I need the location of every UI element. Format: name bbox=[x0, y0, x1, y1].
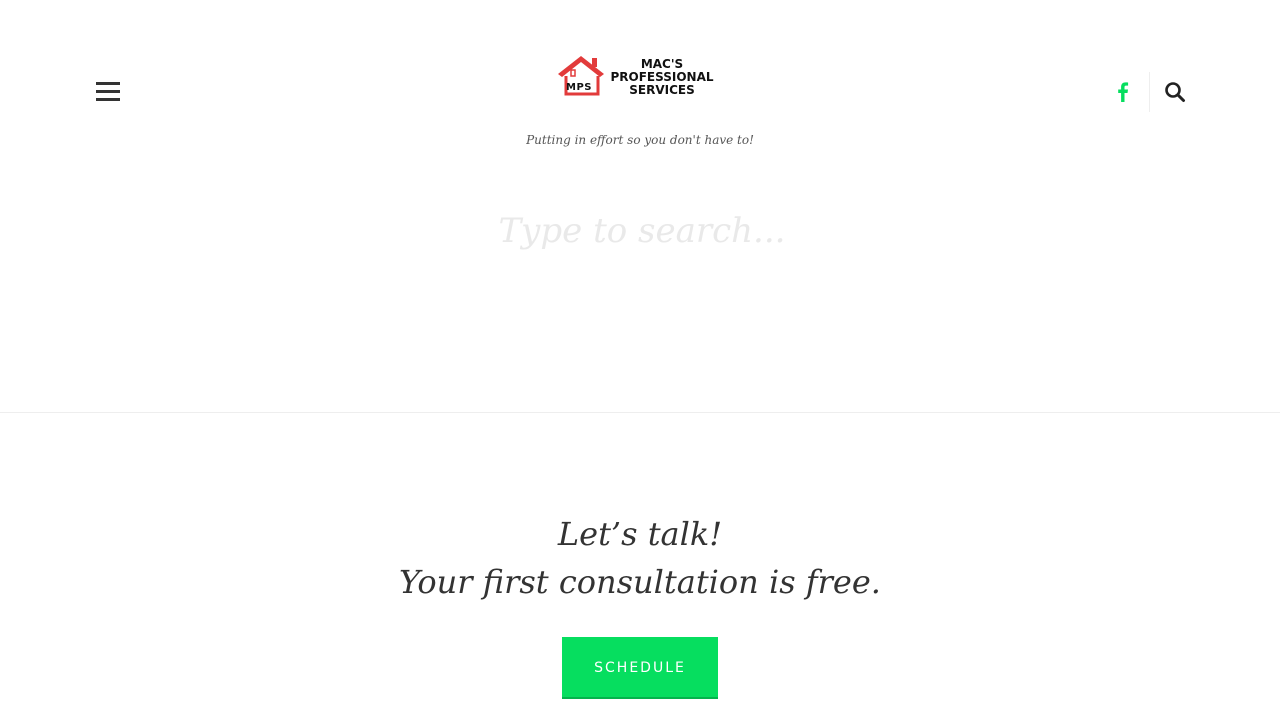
header-divider bbox=[1149, 72, 1150, 112]
hamburger-menu-icon[interactable] bbox=[96, 82, 120, 102]
facebook-icon[interactable] bbox=[1112, 80, 1134, 104]
logo-name-line: SERVICES bbox=[629, 83, 695, 97]
site-logo[interactable]: MPS MAC'S PROFESSIONAL SERVICES bbox=[556, 54, 716, 102]
search-icon[interactable] bbox=[1164, 81, 1186, 103]
cta-heading-line: Your first consultation is free. bbox=[399, 563, 881, 601]
logo-badge: MPS bbox=[566, 82, 592, 93]
schedule-button[interactable]: SCHEDULE bbox=[562, 637, 718, 699]
page: MPS MAC'S PROFESSIONAL SERVICES Putting … bbox=[0, 0, 1280, 720]
logo-name: MAC'S PROFESSIONAL SERVICES bbox=[610, 58, 714, 97]
section-divider bbox=[0, 412, 1280, 413]
search-input[interactable] bbox=[340, 200, 944, 262]
cta-heading: Let’s talk! Your first consultation is f… bbox=[0, 510, 1280, 606]
site-tagline: Putting in effort so you don't have to! bbox=[526, 133, 754, 147]
cta-heading-line: Let’s talk! bbox=[557, 515, 723, 553]
